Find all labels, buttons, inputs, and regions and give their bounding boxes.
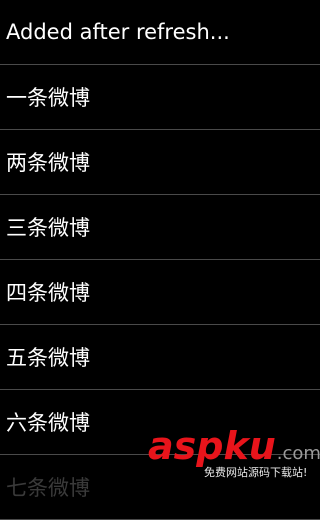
aspku-logo: asp ku .com [148, 424, 320, 468]
watermark-brand-com: .com [276, 443, 320, 464]
list-item-label: 一条微博 [6, 86, 90, 110]
list-item[interactable]: 三条微博 [0, 195, 320, 260]
watermark-tagline: 免费网站源码下载站! [204, 466, 308, 479]
list-item-label: 六条微博 [6, 411, 90, 435]
list-item[interactable]: 一条微博 [0, 65, 320, 130]
watermark-brand-ku: ku [223, 424, 276, 468]
list-item-label: 四条微博 [6, 281, 90, 305]
list-item[interactable]: 五条微博 [0, 325, 320, 390]
list-item-label: 七条微博 [6, 476, 90, 500]
list-item-label: Added after refresh... [6, 20, 230, 44]
list-item[interactable]: 两条微博 [0, 130, 320, 195]
list-item-label: 五条微博 [6, 346, 90, 370]
list-item-label: 两条微博 [6, 151, 90, 175]
watermark-brand-asp: asp [148, 424, 224, 468]
list-item[interactable]: 四条微博 [0, 260, 320, 325]
list-item-label: 三条微博 [6, 216, 90, 240]
aspku-watermark: asp ku .com 免费网站源码下载站! [148, 427, 320, 479]
list-item-refresh-header[interactable]: Added after refresh... [0, 0, 320, 65]
